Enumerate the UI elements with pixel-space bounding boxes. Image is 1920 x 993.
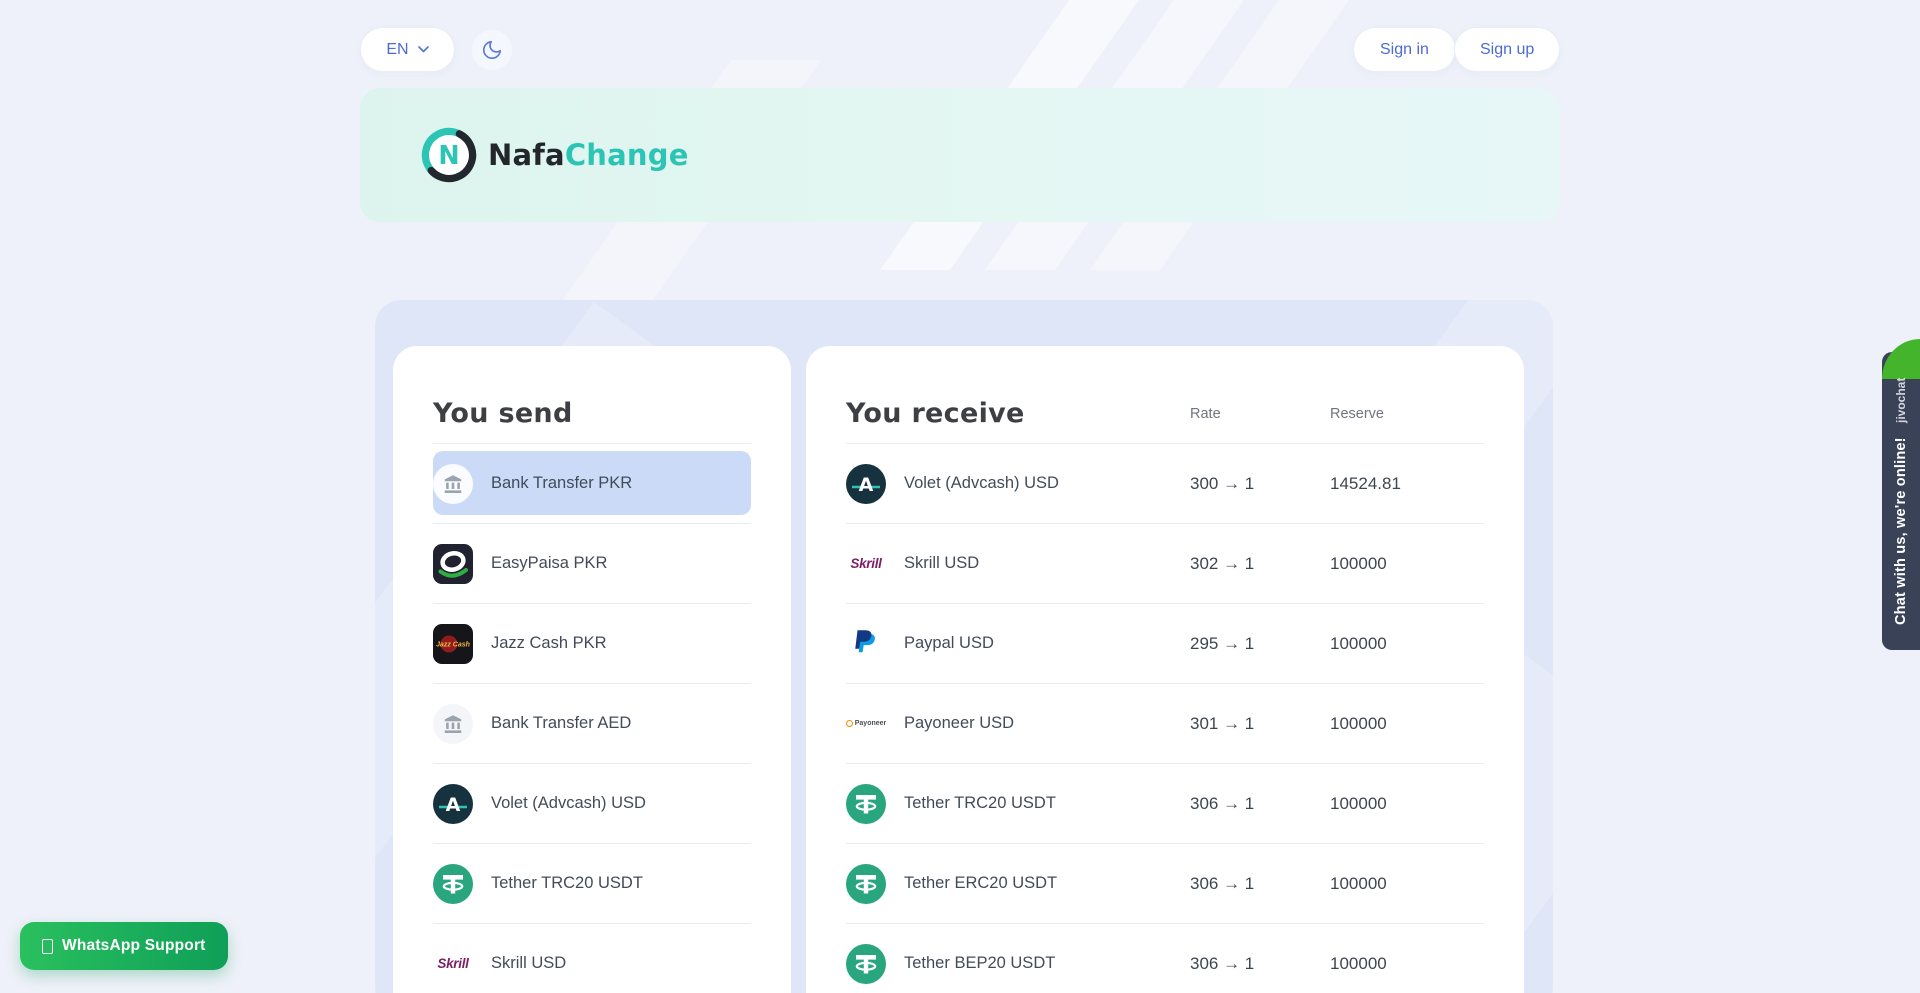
reserve-value: 100000 <box>1330 714 1484 734</box>
reserve-value: 100000 <box>1330 874 1484 894</box>
receive-option-tether-bep20-usdt[interactable]: Tether BEP20 USDT 306 → 1 100000 <box>846 924 1484 993</box>
rate-column-header: Rate <box>1190 406 1330 422</box>
brand-name-secondary: Change <box>565 138 689 172</box>
volet-letter: A <box>859 474 874 496</box>
receive-option-paypal-usd[interactable]: Paypal USD 295 → 1 100000 <box>846 604 1484 684</box>
send-option-label: Tether TRC20 USDT <box>491 874 643 893</box>
live-chat-tab[interactable]: Chat with us, we're online! jivochat <box>1882 352 1920 650</box>
send-panel: You send Bank Transfer PKR EasyPaisa PKR… <box>393 346 791 993</box>
reserve-value: 14524.81 <box>1330 474 1484 494</box>
receive-option-tether-trc20-usdt[interactable]: Tether TRC20 USDT 306 → 1 100000 <box>846 764 1484 844</box>
receive-option-label: Tether TRC20 USDT <box>904 794 1056 813</box>
payoneer-ring <box>846 720 853 727</box>
reserve-value: 100000 <box>1330 634 1484 654</box>
nafachange-logo-icon: N <box>420 126 478 184</box>
volet-icon: A <box>433 784 473 824</box>
skrill-logo-text: Skrill <box>437 956 468 971</box>
chevron-down-icon <box>418 46 429 53</box>
send-option-label: EasyPaisa PKR <box>491 554 607 573</box>
send-option-label: Jazz Cash PKR <box>491 634 607 653</box>
moon-icon <box>481 39 503 61</box>
paypal-icon <box>846 624 886 664</box>
receive-panel: You receive Rate Reserve A Volet (Advcas… <box>806 346 1524 993</box>
logo-band: N NafaChange <box>360 88 1560 222</box>
rate-value: 302 → 1 <box>1190 554 1330 574</box>
receive-panel-title: You receive <box>846 398 1190 429</box>
rate-value: 306 → 1 <box>1190 794 1330 814</box>
reserve-value: 100000 <box>1330 554 1484 574</box>
chat-brand: jivochat <box>1894 377 1908 422</box>
receive-option-label: Tether BEP20 USDT <box>904 954 1055 973</box>
sign-in-label: Sign in <box>1380 41 1429 59</box>
send-option-bank-transfer-aed[interactable]: Bank Transfer AED <box>433 684 751 764</box>
jazzcash-logo-text: Jazz Cash <box>436 641 470 648</box>
payoneer-icon: Payoneer <box>846 704 886 744</box>
receive-option-payoneer-usd[interactable]: Payoneer Payoneer USD 301 → 1 100000 <box>846 684 1484 764</box>
receive-option-label: Tether ERC20 USDT <box>904 874 1057 893</box>
dark-mode-toggle[interactable] <box>472 30 512 70</box>
reserve-value: 100000 <box>1330 954 1484 974</box>
reserve-value: 100000 <box>1330 794 1484 814</box>
send-option-volet-advcash-usd[interactable]: A Volet (Advcash) USD <box>433 764 751 844</box>
send-option-easypaisa-pkr[interactable]: EasyPaisa PKR <box>433 524 751 604</box>
language-label: EN <box>386 41 408 59</box>
whatsapp-support-label: WhatsApp Support <box>62 937 206 955</box>
receive-option-label: Volet (Advcash) USD <box>904 474 1059 493</box>
send-panel-title: You send <box>433 398 751 429</box>
bank-icon <box>433 464 473 504</box>
language-selector[interactable]: EN <box>360 27 455 72</box>
rate-value: 301 → 1 <box>1190 714 1330 734</box>
sign-in-button[interactable]: Sign in <box>1353 27 1456 72</box>
whatsapp-support-button[interactable]: WhatsApp Support <box>20 922 228 970</box>
tether-icon <box>846 944 886 984</box>
rate-value: 306 → 1 <box>1190 874 1330 894</box>
send-option-label: Skrill USD <box>491 954 566 973</box>
sign-up-button[interactable]: Sign up <box>1454 27 1560 72</box>
sign-up-label: Sign up <box>1480 41 1534 59</box>
jazzcash-icon: Jazz Cash <box>433 624 473 664</box>
tether-icon <box>846 864 886 904</box>
tether-icon <box>846 784 886 824</box>
easypaisa-icon <box>433 544 473 584</box>
receive-header: You receive Rate Reserve <box>846 398 1484 429</box>
skrill-icon: Skrill <box>846 544 886 584</box>
reserve-column-header: Reserve <box>1330 406 1484 422</box>
bank-icon <box>433 704 473 744</box>
skrill-logo-text: Skrill <box>850 556 881 571</box>
send-option-label: Bank Transfer AED <box>491 714 631 733</box>
send-option-bank-transfer-pkr[interactable]: Bank Transfer PKR <box>433 444 751 524</box>
brand-wordmark: NafaChange <box>488 138 689 172</box>
skrill-icon: Skrill <box>433 944 473 984</box>
tether-icon <box>433 864 473 904</box>
missing-glyph-box <box>42 939 53 954</box>
send-option-label: Bank Transfer PKR <box>491 474 632 493</box>
rate-value: 295 → 1 <box>1190 634 1330 654</box>
brand-name-primary: Nafa <box>488 138 565 172</box>
payoneer-logo-text: Payoneer <box>855 720 887 727</box>
brand-logo[interactable]: N NafaChange <box>420 126 689 184</box>
send-option-tether-trc20-usdt[interactable]: Tether TRC20 USDT <box>433 844 751 924</box>
receive-option-volet-advcash-usd[interactable]: A Volet (Advcash) USD 300 → 1 14524.81 <box>846 444 1484 524</box>
receive-option-label: Payoneer USD <box>904 714 1014 733</box>
logo-letter: N <box>438 140 459 170</box>
rate-value: 300 → 1 <box>1190 474 1330 494</box>
send-option-jazz-cash-pkr[interactable]: Jazz Cash Jazz Cash PKR <box>433 604 751 684</box>
send-option-skrill-usd[interactable]: Skrill Skrill USD <box>433 924 751 993</box>
exchange-section: You send Bank Transfer PKR EasyPaisa PKR… <box>375 300 1553 993</box>
send-option-label: Volet (Advcash) USD <box>491 794 646 813</box>
chat-message: Chat with us, we're online! <box>1893 437 1909 625</box>
volet-icon: A <box>846 464 886 504</box>
volet-letter: A <box>446 794 461 816</box>
rate-value: 306 → 1 <box>1190 954 1330 974</box>
receive-option-skrill-usd[interactable]: Skrill Skrill USD 302 → 1 100000 <box>846 524 1484 604</box>
receive-option-tether-erc20-usdt[interactable]: Tether ERC20 USDT 306 → 1 100000 <box>846 844 1484 924</box>
receive-option-label: Paypal USD <box>904 634 994 653</box>
receive-option-label: Skrill USD <box>904 554 979 573</box>
